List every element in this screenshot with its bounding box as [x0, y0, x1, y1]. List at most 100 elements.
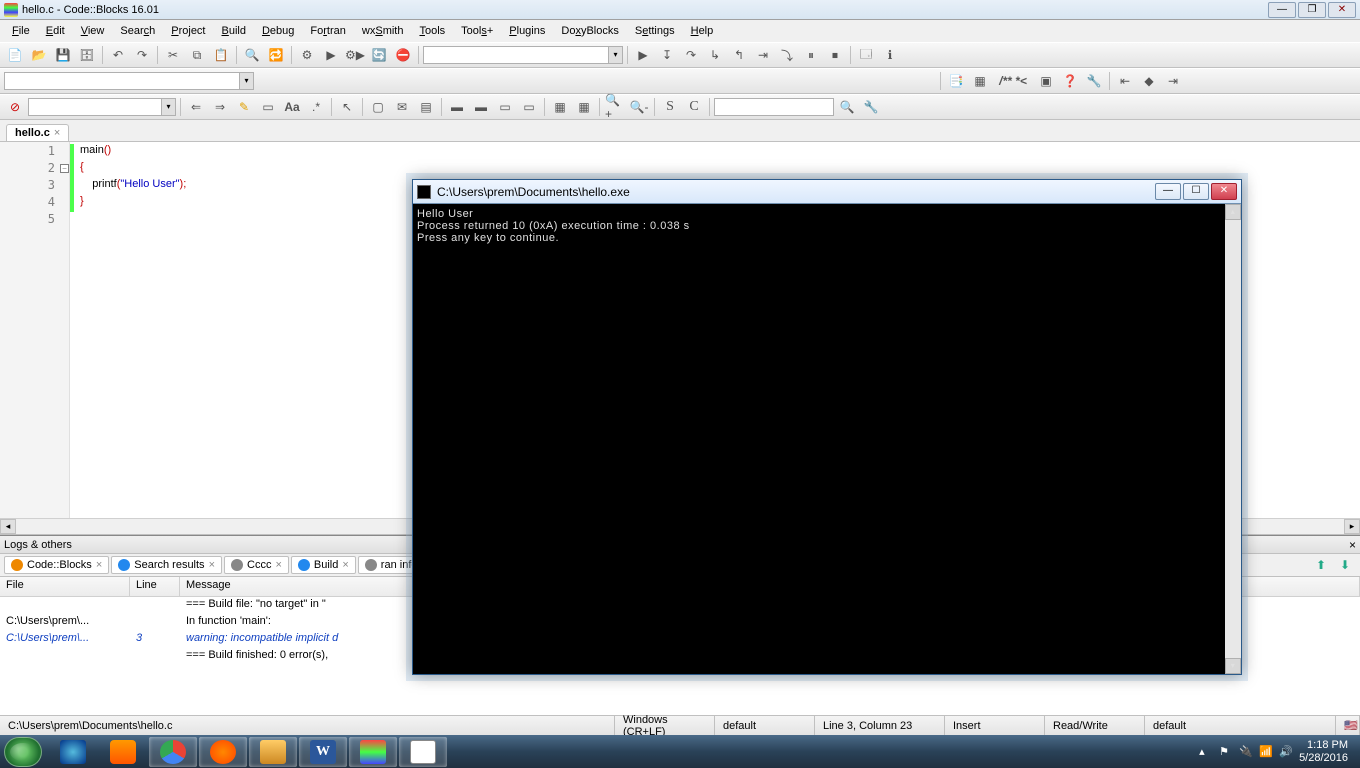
redo-icon[interactable]: ↷ — [131, 45, 153, 65]
scroll-left-icon[interactable]: ◂ — [0, 519, 16, 534]
ui-box3-icon[interactable]: ▭ — [494, 97, 516, 117]
info-icon[interactable]: ℹ — [879, 45, 901, 65]
step-into-icon[interactable]: ↳ — [704, 45, 726, 65]
menu-edit[interactable]: Edit — [38, 23, 73, 39]
select-icon[interactable]: ▭ — [257, 97, 279, 117]
tab-close-icon[interactable]: × — [54, 127, 60, 139]
console-maximize-button[interactable]: ☐ — [1183, 183, 1209, 200]
pointer-icon[interactable]: ↖ — [336, 97, 358, 117]
run-to-cursor-icon[interactable]: ↧ — [656, 45, 678, 65]
logs-next-icon[interactable]: ⬇ — [1334, 555, 1356, 575]
console-window[interactable]: C:\Users\prem\Documents\hello.exe — ☐ ✕ … — [412, 179, 1242, 675]
debug-windows-icon[interactable]: 🗔 — [855, 45, 877, 65]
start-button[interactable] — [4, 737, 42, 767]
tray-flag-icon[interactable]: ⚑ — [1219, 745, 1233, 759]
logs-tab-build[interactable]: Build× — [291, 556, 356, 574]
task-firefox[interactable] — [199, 737, 247, 767]
next-icon[interactable]: ⇒ — [209, 97, 231, 117]
windows-taskbar[interactable]: W ▴ ⚑ 🔌 📶 🔊 1:18 PM 5/28/2016 — [0, 735, 1360, 768]
menu-debug[interactable]: Debug — [254, 23, 302, 39]
task-explorer[interactable] — [249, 737, 297, 767]
into-instr-icon[interactable]: ⤵ — [776, 45, 798, 65]
task-ie[interactable] — [49, 737, 97, 767]
logs-tab-search-results[interactable]: Search results× — [111, 556, 222, 574]
task-chrome[interactable] — [149, 737, 197, 767]
menu-help[interactable]: Help — [683, 23, 722, 39]
task-word[interactable]: W — [299, 737, 347, 767]
save-all-icon[interactable]: 🗄 — [76, 45, 98, 65]
tab-close-icon[interactable]: × — [209, 559, 215, 571]
letter-s-icon[interactable]: S — [659, 97, 681, 117]
replace-icon[interactable]: 🔁 — [265, 45, 287, 65]
ui-box2-icon[interactable]: ▬ — [470, 97, 492, 117]
doxy-chm-icon[interactable]: ❓ — [1059, 71, 1081, 91]
console-close-button[interactable]: ✕ — [1211, 183, 1237, 200]
task-codeblocks[interactable] — [349, 737, 397, 767]
step-over-icon[interactable]: ↷ — [680, 45, 702, 65]
copy-icon[interactable]: ⧉ — [186, 45, 208, 65]
cut-icon[interactable]: ✂ — [162, 45, 184, 65]
ui-grid1-icon[interactable]: ▦ — [549, 97, 571, 117]
tab-hello-c[interactable]: hello.c × — [6, 124, 69, 141]
task-console[interactable] — [399, 737, 447, 767]
console-minimize-button[interactable]: — — [1155, 183, 1181, 200]
tray-network-icon[interactable]: 📶 — [1259, 745, 1273, 759]
menu-build[interactable]: Build — [214, 23, 254, 39]
tab-close-icon[interactable]: × — [275, 559, 281, 571]
doxy-config-icon[interactable]: 🔧 — [1083, 71, 1105, 91]
menu-fortran[interactable]: Fortran — [302, 23, 353, 39]
tray-arrow-icon[interactable]: ▴ — [1199, 745, 1213, 759]
next-instr-icon[interactable]: ⇥ — [752, 45, 774, 65]
menu-doxyblocks[interactable]: DoxyBlocks — [553, 23, 626, 39]
scroll-right-icon[interactable]: ▸ — [1344, 519, 1360, 534]
console-scrollbar[interactable]: ▴ ▾ — [1225, 204, 1241, 674]
scope-dropdown[interactable]: ▾ — [4, 72, 254, 90]
ui-frame-icon[interactable]: ▢ — [367, 97, 389, 117]
console-output[interactable]: Hello User Process returned 10 (0xA) exe… — [413, 204, 1241, 674]
settings-wrench-icon[interactable]: 🔧 — [860, 97, 882, 117]
ui-grid2-icon[interactable]: ▦ — [573, 97, 595, 117]
build-run-icon[interactable]: ⚙▶ — [344, 45, 366, 65]
break-icon[interactable]: ⏸ — [800, 45, 822, 65]
scroll-down-icon[interactable]: ▾ — [1225, 658, 1241, 674]
menu-wxsmith[interactable]: wxSmith — [354, 23, 412, 39]
col-file[interactable]: File — [0, 577, 130, 596]
run-icon[interactable]: ▶ — [320, 45, 342, 65]
regex-icon[interactable]: .* — [305, 97, 327, 117]
search-go-icon[interactable]: 🔍 — [836, 97, 858, 117]
ui-box4-icon[interactable]: ▭ — [518, 97, 540, 117]
prev-icon[interactable]: ⇐ — [185, 97, 207, 117]
logs-prev-icon[interactable]: ⬆ — [1310, 555, 1332, 575]
jump-mark-icon[interactable]: ◆ — [1138, 71, 1160, 91]
menu-toolsplus[interactable]: Tools+ — [453, 23, 501, 39]
rebuild-icon[interactable]: 🔄 — [368, 45, 390, 65]
menu-project[interactable]: Project — [163, 23, 213, 39]
minimize-button[interactable]: — — [1268, 2, 1296, 18]
logs-tab-cccc[interactable]: Cccc× — [224, 556, 289, 574]
zoom-in-icon[interactable]: 🔍+ — [604, 97, 626, 117]
code-line[interactable]: { — [80, 161, 1354, 178]
menu-search[interactable]: Search — [112, 23, 163, 39]
build-icon[interactable]: ⚙ — [296, 45, 318, 65]
menu-view[interactable]: View — [73, 23, 113, 39]
new-file-icon[interactable]: 📄 — [4, 45, 26, 65]
doxy-run-icon[interactable]: ▣ — [1035, 71, 1057, 91]
system-tray[interactable]: ▴ ⚑ 🔌 📶 🔊 1:18 PM 5/28/2016 — [1199, 739, 1356, 765]
task-mediaplayer[interactable] — [99, 737, 147, 767]
tab-close-icon[interactable]: × — [342, 559, 348, 571]
ui-panel-icon[interactable]: ▤ — [415, 97, 437, 117]
tray-volume-icon[interactable]: 🔊 — [1279, 745, 1293, 759]
fold-toggle-icon[interactable]: − — [60, 164, 69, 173]
save-icon[interactable]: 💾 — [52, 45, 74, 65]
menu-tools[interactable]: Tools — [411, 23, 453, 39]
ui-box1-icon[interactable]: ▬ — [446, 97, 468, 117]
jump-back-icon[interactable]: ⇤ — [1114, 71, 1136, 91]
find-icon[interactable]: 🔍 — [241, 45, 263, 65]
menu-settings[interactable]: Settings — [627, 23, 683, 39]
close-button[interactable]: ✕ — [1328, 2, 1356, 18]
logs-close-icon[interactable]: × — [1349, 538, 1356, 552]
tab-close-icon[interactable]: × — [96, 559, 102, 571]
debug-run-icon[interactable]: ▶ — [632, 45, 654, 65]
match-case-icon[interactable]: Aa — [281, 97, 303, 117]
console-titlebar[interactable]: C:\Users\prem\Documents\hello.exe — ☐ ✕ — [413, 180, 1241, 204]
